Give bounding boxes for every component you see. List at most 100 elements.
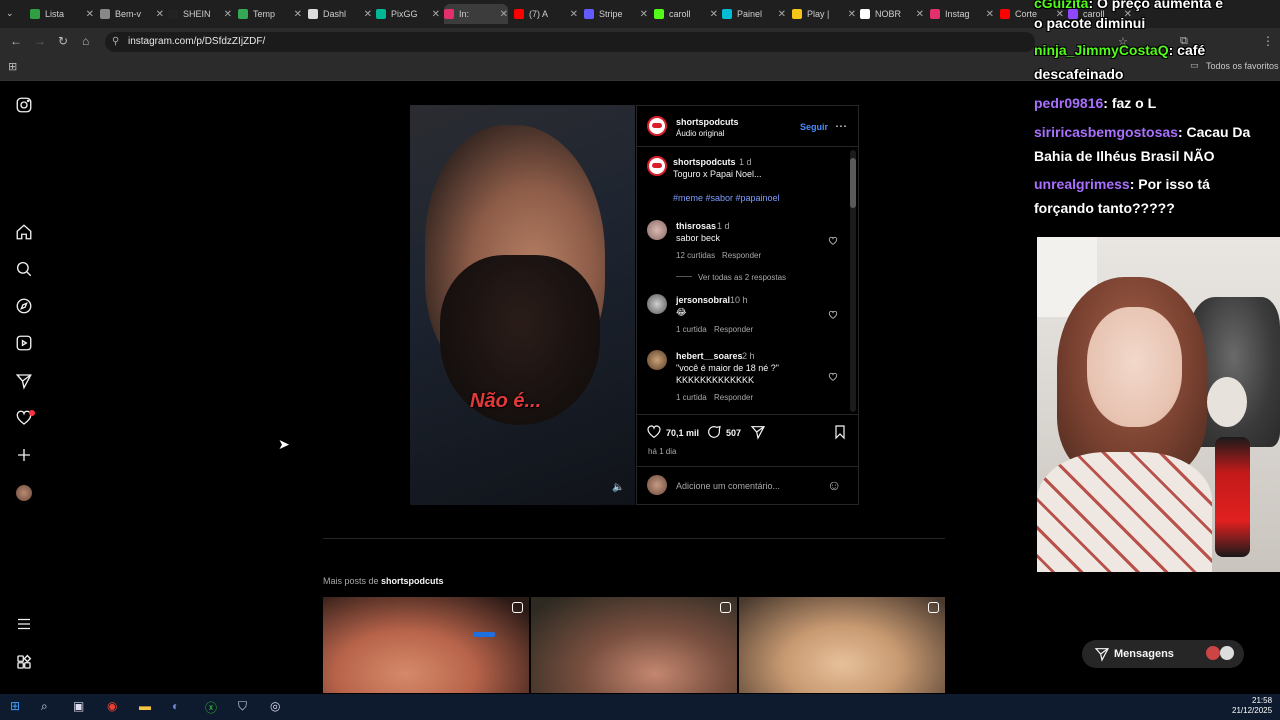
- like-count[interactable]: 70,1 mil: [666, 428, 699, 438]
- browser-tab[interactable]: Instag ✕: [930, 4, 994, 24]
- reload-icon[interactable]: ↻: [58, 34, 68, 48]
- comment-username[interactable]: jersonsobral: [676, 295, 730, 305]
- caption-avatar[interactable]: [647, 156, 667, 176]
- share-icon[interactable]: [750, 424, 766, 445]
- all-bookmarks-label[interactable]: Todos os favoritos: [1206, 61, 1279, 71]
- browser-tab[interactable]: Bem-v ✕: [100, 4, 164, 24]
- security-shield-icon[interactable]: ⛉: [238, 699, 247, 714]
- apps-grid-icon[interactable]: ⊞: [8, 60, 17, 73]
- comment-like-heart-icon[interactable]: [828, 369, 838, 381]
- browser-tab[interactable]: NOBR ✕: [860, 4, 924, 24]
- thumbnail-detail: [473, 632, 495, 637]
- comment-like-heart-icon[interactable]: [828, 307, 838, 319]
- tab-close-icon[interactable]: ✕: [432, 9, 440, 20]
- caption-username[interactable]: shortspodcuts: [673, 157, 736, 167]
- tab-close-icon[interactable]: ✕: [500, 9, 508, 20]
- caption-hashtags[interactable]: #meme #sabor #papainoel: [673, 193, 780, 203]
- back-icon[interactable]: ←: [10, 34, 22, 48]
- browser-tab[interactable]: Dashl ✕: [308, 4, 372, 24]
- system-clock[interactable]: 21:58 21/12/2025: [1232, 696, 1272, 716]
- emoji-icon[interactable]: ☺: [827, 477, 841, 493]
- tab-close-icon[interactable]: ✕: [570, 9, 578, 20]
- tab-close-icon[interactable]: ✕: [710, 9, 718, 20]
- comment-username[interactable]: hebert__soares: [676, 351, 743, 361]
- add-comment-input[interactable]: Adicione um comentário...: [676, 481, 780, 491]
- file-explorer-icon[interactable]: ▬: [139, 699, 151, 713]
- post-video[interactable]: Não é... 🔈: [410, 105, 635, 505]
- more-options-icon[interactable]: ⋯: [835, 119, 847, 133]
- comment-reply-button[interactable]: Responder: [714, 325, 753, 334]
- browser-tab[interactable]: (7) A ✕: [514, 4, 578, 24]
- forward-icon[interactable]: →: [34, 34, 46, 48]
- tab-close-icon[interactable]: ✕: [640, 9, 648, 20]
- comment-likes[interactable]: 12 curtidas: [676, 251, 715, 260]
- profile-avatar[interactable]: [16, 485, 32, 501]
- tab-close-icon[interactable]: ✕: [364, 9, 372, 20]
- home-icon[interactable]: [15, 223, 33, 241]
- create-plus-icon[interactable]: [15, 446, 33, 464]
- chrome-icon[interactable]: ◉: [107, 699, 117, 713]
- search-icon[interactable]: ⌕: [41, 699, 48, 714]
- tab-close-icon[interactable]: ✕: [916, 9, 924, 20]
- home-icon[interactable]: ⌂: [82, 34, 89, 48]
- author-username[interactable]: shortspodcuts: [676, 117, 739, 127]
- more-post-thumbnail[interactable]: [323, 597, 529, 693]
- messages-label[interactable]: Mensagens: [1114, 648, 1174, 660]
- tab-label: (7) A: [529, 9, 549, 19]
- tab-close-icon[interactable]: ✕: [778, 9, 786, 20]
- browser-tab[interactable]: PixGG ✕: [376, 4, 440, 24]
- xbox-icon[interactable]: ⓧ: [205, 699, 217, 716]
- comment-avatar[interactable]: [647, 350, 667, 370]
- explore-icon[interactable]: [15, 297, 33, 315]
- comment-like-heart-icon[interactable]: [828, 233, 838, 245]
- menu-kebab-icon[interactable]: ⋮: [1262, 34, 1274, 48]
- follow-button[interactable]: Seguir: [800, 122, 828, 132]
- tab-close-icon[interactable]: ✕: [156, 9, 164, 20]
- tab-close-icon[interactable]: ✕: [86, 9, 94, 20]
- comment-likes[interactable]: 1 curtida: [676, 325, 707, 334]
- tab-close-icon[interactable]: ✕: [848, 9, 856, 20]
- comment-reply-button[interactable]: Responder: [714, 393, 753, 402]
- comment-username[interactable]: thisrosas: [676, 221, 716, 231]
- browser-tab[interactable]: Painel ✕: [722, 4, 786, 24]
- save-bookmark-icon[interactable]: [832, 424, 848, 445]
- instagram-logo-icon[interactable]: [15, 96, 33, 114]
- more-posts-user[interactable]: shortspodcuts: [381, 576, 444, 586]
- browser-tab[interactable]: In: ✕: [444, 4, 508, 24]
- tab-close-icon[interactable]: ✕: [986, 9, 994, 20]
- browser-tab[interactable]: Lista ✕: [30, 4, 94, 24]
- more-post-thumbnail[interactable]: [739, 597, 945, 693]
- more-menu-icon[interactable]: [15, 615, 33, 633]
- reels-icon[interactable]: [15, 334, 33, 352]
- browser-tab[interactable]: caroll ✕: [654, 4, 718, 24]
- audio-toggle-icon[interactable]: 🔈: [612, 482, 624, 493]
- tab-list-button[interactable]: ⌄: [6, 8, 14, 19]
- site-info-icon[interactable]: ⚲: [112, 36, 119, 47]
- browser-tab[interactable]: SHEIN ✕: [168, 4, 232, 24]
- comment-avatar[interactable]: [647, 220, 667, 240]
- comment-bubble-icon[interactable]: [706, 424, 722, 445]
- browser-tab[interactable]: Play | ✕: [792, 4, 856, 24]
- also-from-meta-icon[interactable]: [15, 653, 33, 671]
- messages-icon[interactable]: [15, 372, 33, 390]
- comment-reply-button[interactable]: Responder: [722, 251, 761, 260]
- browser-tab[interactable]: Temp ✕: [238, 4, 302, 24]
- comment-avatar[interactable]: [647, 294, 667, 314]
- comment-count[interactable]: 507: [726, 428, 741, 438]
- windows-start-icon[interactable]: ⊞: [10, 699, 20, 713]
- like-heart-icon[interactable]: [646, 424, 662, 445]
- url-text[interactable]: instagram.com/p/DSfdzZIjZDF/: [128, 36, 265, 47]
- discord-icon[interactable]: ◐: [172, 699, 179, 713]
- more-post-thumbnail[interactable]: [531, 597, 737, 693]
- audio-label[interactable]: Áudio original: [676, 129, 724, 138]
- tab-close-icon[interactable]: ✕: [224, 9, 232, 20]
- browser-tab[interactable]: Stripe ✕: [584, 4, 648, 24]
- task-view-icon[interactable]: ▣: [73, 699, 84, 713]
- tab-close-icon[interactable]: ✕: [294, 9, 302, 20]
- view-replies-button[interactable]: Ver todas as 2 respostas: [698, 273, 786, 282]
- search-icon[interactable]: [15, 260, 33, 278]
- comments-scrollbar-thumb[interactable]: [850, 158, 856, 208]
- comment-likes[interactable]: 1 curtida: [676, 393, 707, 402]
- author-avatar[interactable]: [647, 116, 667, 136]
- obs-icon[interactable]: ◎: [270, 699, 280, 713]
